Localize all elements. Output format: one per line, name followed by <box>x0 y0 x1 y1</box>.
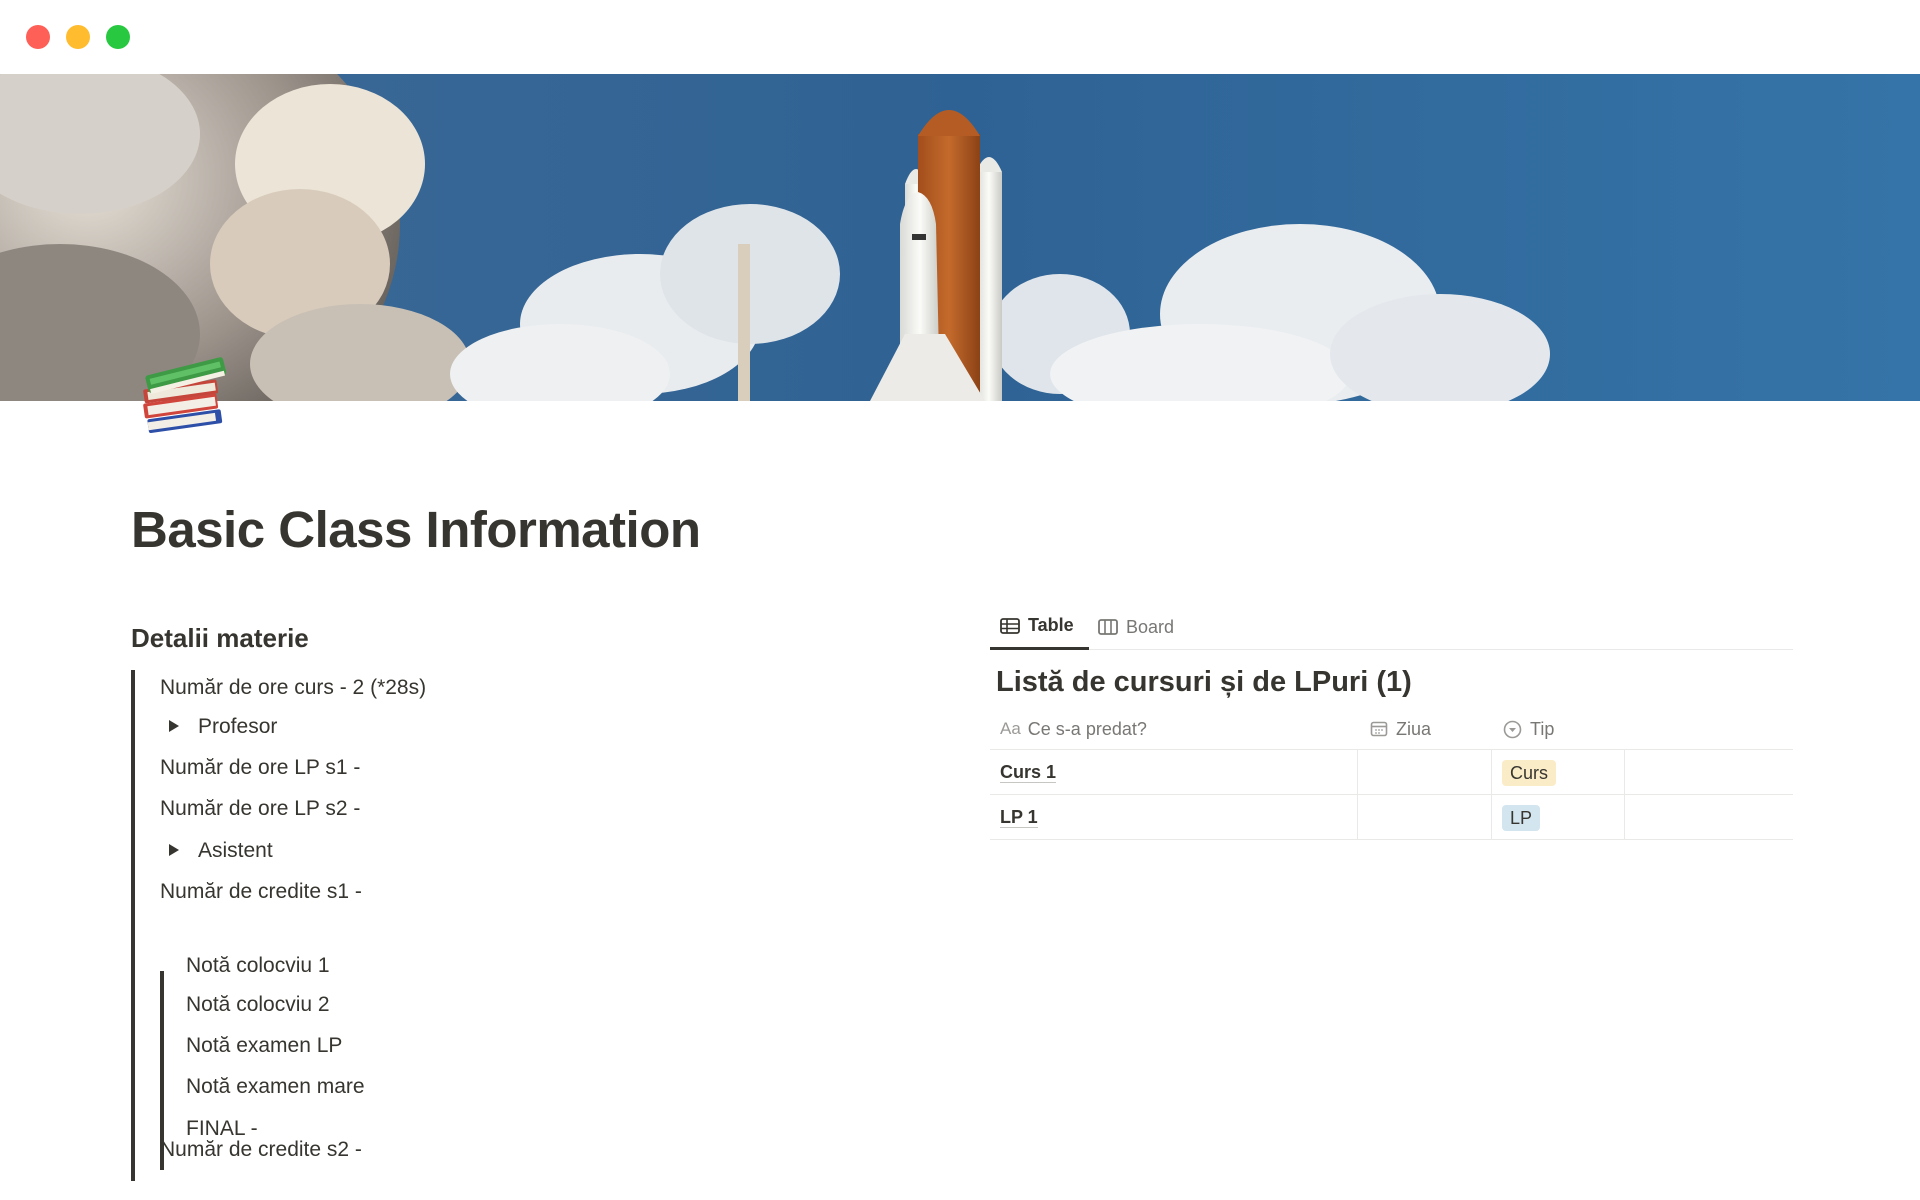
database-title[interactable]: Listă de cursuri și de LPuri (1) <box>996 666 1412 699</box>
toggle-profesor-label: Profesor <box>198 715 278 738</box>
toggle-asistent-label: Asistent <box>198 839 273 862</box>
column-header-label: Ziua <box>1396 718 1432 739</box>
table-row[interactable]: Curs 1 Curs <box>990 750 1793 795</box>
ore-curs-line[interactable]: Număr de ore curs - 2 (*28s) <box>160 672 426 704</box>
details-quote-block: Număr de ore curs - 2 (*28s) Profesor Nu… <box>131 670 731 1181</box>
toggle-arrow-icon[interactable] <box>169 843 179 856</box>
cell-divider <box>1491 750 1492 795</box>
column-header-tip[interactable]: Tip <box>1503 708 1554 750</box>
credite-s1-line[interactable]: Număr de credite s1 - <box>160 876 362 908</box>
zoom-window-button[interactable] <box>106 25 130 49</box>
row-name-cell[interactable]: Curs 1 <box>1000 750 1057 795</box>
column-header-ziua[interactable]: Ziua <box>1370 708 1431 750</box>
details-section: Detalii materie Număr de ore curs - 2 (*… <box>131 618 831 1181</box>
row-name[interactable]: LP 1 <box>1000 807 1038 828</box>
grade-examen-lp[interactable]: Notă examen LP <box>186 1030 342 1062</box>
close-window-button[interactable] <box>26 25 50 49</box>
tab-board[interactable]: Board <box>1098 604 1174 650</box>
row-ziua-cell[interactable] <box>1358 795 1491 840</box>
page-cover-image[interactable] <box>0 74 1920 401</box>
row-tip-cell[interactable]: Curs <box>1502 750 1557 795</box>
cell-divider <box>1624 795 1625 840</box>
cell-divider <box>1624 750 1625 795</box>
calendar-icon <box>1370 721 1388 737</box>
text-property-icon: Aa <box>1000 719 1021 738</box>
board-icon <box>1098 619 1118 635</box>
details-heading[interactable]: Detalii materie <box>131 618 831 658</box>
grade-colocviu-1[interactable]: Notă colocviu 1 <box>186 950 330 982</box>
toggle-asistent[interactable]: Asistent <box>160 835 273 867</box>
tab-board-label: Board <box>1126 616 1175 637</box>
ore-lp-s1-line[interactable]: Număr de ore LP s1 - <box>160 752 360 784</box>
cell-divider <box>1491 795 1492 840</box>
select-property-icon <box>1503 720 1522 738</box>
toggle-profesor[interactable]: Profesor <box>160 711 277 743</box>
table-header: Aa Ce s-a predat? Ziua Tip <box>990 708 1793 750</box>
tip-tag[interactable]: LP <box>1502 804 1541 831</box>
row-tip-cell[interactable]: LP <box>1502 795 1541 840</box>
courses-database: Table Board Listă de cursuri și de LPuri… <box>990 604 1793 840</box>
table-row[interactable]: LP 1 LP <box>990 795 1793 840</box>
credite-s2-line[interactable]: Număr de credite s2 - <box>160 1134 362 1166</box>
page-title[interactable]: Basic Class Information <box>131 500 701 559</box>
toggle-arrow-icon[interactable] <box>169 719 179 732</box>
row-name-cell[interactable]: LP 1 <box>1000 795 1038 840</box>
row-ziua-cell[interactable] <box>1358 750 1491 795</box>
column-header-label: Tip <box>1530 718 1555 739</box>
tab-table[interactable]: Table <box>990 604 1089 650</box>
window-titlebar <box>0 0 1920 74</box>
tip-tag[interactable]: Curs <box>1502 759 1557 786</box>
ore-lp-s2-line[interactable]: Număr de ore LP s2 - <box>160 793 360 825</box>
view-tabs: Table Board <box>990 604 1793 650</box>
courses-table: Aa Ce s-a predat? Ziua Tip Curs 1 Curs L… <box>990 708 1793 840</box>
table-icon <box>1000 617 1020 634</box>
minimize-window-button[interactable] <box>66 25 90 49</box>
column-header-label: Ce s-a predat? <box>1027 718 1147 739</box>
books-emoji-icon[interactable] <box>136 346 232 442</box>
grade-examen-mare[interactable]: Notă examen mare <box>186 1071 365 1103</box>
column-header-ce-s-a-predat[interactable]: Aa Ce s-a predat? <box>1000 708 1147 750</box>
grade-colocviu-2[interactable]: Notă colocviu 2 <box>186 989 330 1021</box>
tab-table-label: Table <box>1028 615 1074 635</box>
row-name[interactable]: Curs 1 <box>1000 762 1057 783</box>
